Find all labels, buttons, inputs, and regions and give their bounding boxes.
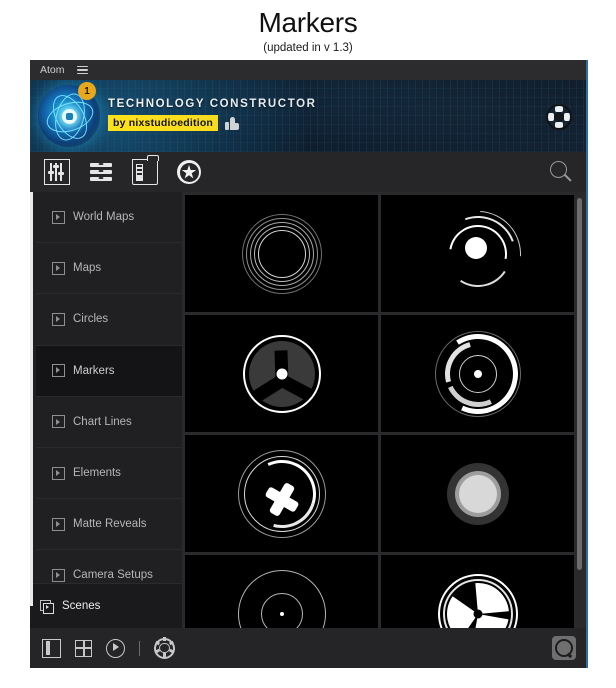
marker-preview — [236, 328, 328, 420]
sidebar-item-matte-reveals[interactable]: Matte Reveals — [36, 499, 182, 550]
marker-preview — [236, 448, 328, 540]
banner-text-group: TECHNOLOGY CONSTRUCTOR by nixstudioediti… — [108, 98, 317, 131]
category-icon — [52, 467, 65, 480]
sidebar-item-world-maps[interactable]: World Maps — [36, 192, 182, 243]
sidebar-item-label: Elements — [73, 467, 121, 479]
sidebar-item-label: Camera Setups — [73, 569, 153, 581]
media-folder-icon[interactable] — [132, 159, 158, 185]
thumbnail-grid-area — [182, 192, 586, 628]
search-icon[interactable] — [550, 161, 572, 183]
thumbs-up-icon[interactable] — [225, 116, 239, 130]
marker-preview — [432, 328, 524, 420]
marker-preview — [432, 208, 524, 300]
main-toolbar — [30, 152, 586, 192]
caption: Markers (updated in v 1.3) — [0, 0, 616, 55]
sidebar-item-label: Maps — [73, 262, 101, 274]
settings-gear-icon[interactable] — [154, 638, 175, 659]
category-icon — [52, 262, 65, 275]
thumbnail-marker-arc-dot[interactable] — [381, 195, 574, 312]
product-title: TECHNOLOGY CONSTRUCTOR — [108, 98, 317, 110]
list-icon[interactable] — [89, 160, 113, 184]
page-title: Markers — [0, 0, 616, 38]
thumbnail-marker-pinwheel-disc[interactable] — [185, 315, 378, 432]
quick-search-icon — [555, 639, 573, 657]
notification-badge: 1 — [78, 82, 96, 100]
marker-preview — [432, 568, 524, 629]
menu-bar: Atom — [30, 60, 586, 80]
thumbnail-grid — [182, 192, 586, 628]
category-icon — [52, 313, 65, 326]
scenes-icon — [40, 600, 53, 613]
sidebar-item-elements[interactable]: Elements — [36, 448, 182, 499]
sidebar-item-camera-setups[interactable]: Camera Setups — [36, 550, 182, 583]
sidebar-scrollbar[interactable] — [30, 192, 33, 606]
sidebar-list: World Maps Maps Circles Markers — [30, 192, 182, 583]
sidebar-item-markers[interactable]: Markers — [36, 346, 182, 397]
thumbnail-marker-quadrant-wedges[interactable] — [381, 555, 574, 628]
hamburger-icon[interactable] — [77, 66, 88, 75]
sliders-icon[interactable] — [44, 159, 70, 185]
category-sidebar: World Maps Maps Circles Markers — [30, 192, 182, 628]
target-crosshair-icon[interactable] — [546, 104, 572, 130]
category-icon — [52, 364, 65, 377]
author-badge[interactable]: by nixstudioedition — [108, 115, 218, 131]
marker-preview — [236, 208, 328, 300]
marker-preview — [236, 568, 328, 629]
content-area: World Maps Maps Circles Markers — [30, 192, 586, 628]
sidebar-item-scenes[interactable]: Scenes — [30, 583, 182, 628]
play-icon[interactable] — [106, 639, 125, 658]
thumbnail-marker-thin-circles[interactable] — [185, 555, 378, 628]
star-icon[interactable] — [177, 160, 201, 184]
category-icon — [52, 518, 65, 531]
divider — [139, 641, 140, 656]
product-banner: 1 TECHNOLOGY CONSTRUCTOR by nixstudioedi… — [30, 80, 586, 152]
thumbnail-marker-concentric-rings[interactable] — [185, 195, 378, 312]
scenes-label: Scenes — [62, 600, 100, 612]
thumbnail-marker-glow-dot[interactable] — [381, 435, 574, 552]
sidebar-item-label: Chart Lines — [73, 416, 132, 428]
panel-toggle-icon[interactable] — [42, 639, 61, 658]
sidebar-item-label: Markers — [73, 365, 115, 377]
thumbnail-marker-segmented-radar[interactable] — [381, 315, 574, 432]
category-icon — [52, 569, 65, 582]
marker-preview — [432, 448, 524, 540]
thumbnail-marker-fan-rings[interactable] — [185, 435, 378, 552]
category-icon — [52, 211, 65, 224]
page-subtitle: (updated in v 1.3) — [0, 38, 616, 55]
sidebar-item-chart-lines[interactable]: Chart Lines — [36, 397, 182, 448]
grid-scrollbar[interactable] — [577, 198, 582, 570]
sidebar-item-circles[interactable]: Circles — [36, 294, 182, 345]
sidebar-item-label: Matte Reveals — [73, 518, 147, 530]
sidebar-item-label: World Maps — [73, 211, 134, 223]
quick-search-button[interactable] — [552, 636, 576, 660]
application-window: Atom 1 TECHNOLOGY CONSTRUCTOR by nixstud… — [30, 60, 588, 668]
grid-view-icon[interactable] — [75, 640, 92, 657]
category-icon — [52, 415, 65, 428]
screenshot-root: Markers (updated in v 1.3) Atom 1 TECHNO… — [0, 0, 616, 688]
status-bar — [30, 628, 586, 668]
sidebar-item-maps[interactable]: Maps — [36, 243, 182, 294]
sidebar-item-label: Circles — [73, 313, 108, 325]
app-name-label: Atom — [40, 64, 65, 76]
